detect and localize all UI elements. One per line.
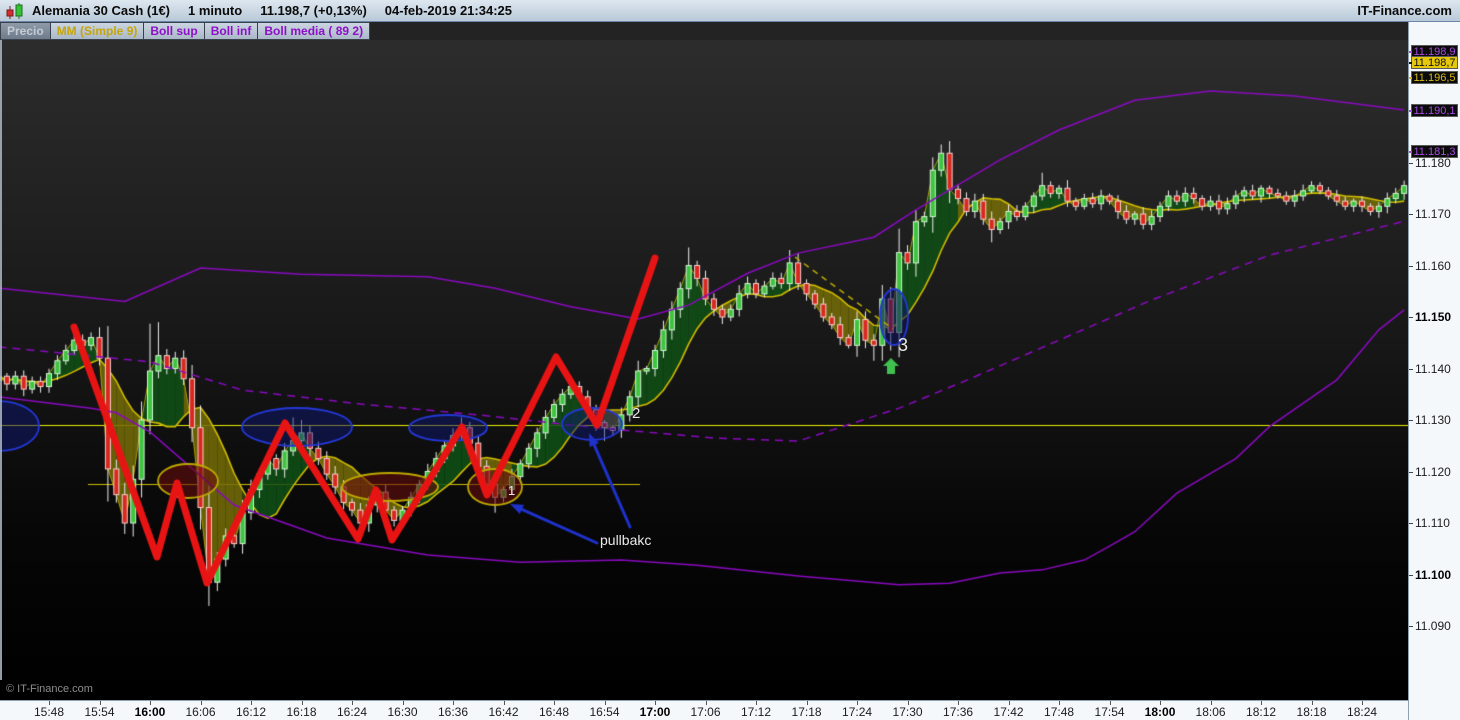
time-tick-label: 16:00 xyxy=(134,705,166,719)
price-value-box: 11.181,3 xyxy=(1409,145,1458,158)
time-tick-label: 17:54 xyxy=(1094,705,1125,719)
candlestick-instrument-icon xyxy=(4,2,26,20)
time-tick-label: 18:24 xyxy=(1347,705,1378,719)
price-box-tick xyxy=(1409,51,1412,53)
header-bar: Alemania 30 Cash (1€) 1 minuto 11.198,7 … xyxy=(0,0,1460,22)
time-tick-label: 16:12 xyxy=(235,705,267,719)
price-tick-label: 11.170 xyxy=(1415,207,1451,221)
price-value-box: 11.196,5 xyxy=(1409,71,1458,84)
price-tick-label: 11.140 xyxy=(1415,361,1451,376)
time-tick-label: 15:54 xyxy=(84,705,115,719)
time-tick-label: 17:12 xyxy=(741,705,772,719)
time-tick-label: 18:12 xyxy=(1246,705,1277,719)
left-window-edge xyxy=(0,40,2,680)
time-tick-label: 17:30 xyxy=(892,705,923,719)
price-tick-mark xyxy=(1409,471,1413,473)
price-tick-mark xyxy=(1409,420,1413,421)
annotation-label-pullbakc: pullbakc xyxy=(600,532,652,548)
price-tick-label: 11.100 xyxy=(1415,567,1452,582)
legend-chip-boll-sup[interactable]: Boll sup xyxy=(144,22,205,40)
time-tick-label: 16:48 xyxy=(539,705,570,719)
time-tick-label: 17:06 xyxy=(690,705,721,719)
instrument-title: Alemania 30 Cash (1€) xyxy=(32,3,171,18)
price-tick-label: 11.110 xyxy=(1415,516,1450,530)
price-tick-mark xyxy=(1409,368,1413,370)
time-tick-label: 16:54 xyxy=(589,705,620,719)
time-tick-label: 17:42 xyxy=(993,705,1024,719)
price-tick-mark xyxy=(1409,265,1413,267)
brand-label: IT-Finance.com xyxy=(1357,3,1452,18)
legend-chip-boll-media-89-2[interactable]: Boll media ( 89 2) xyxy=(258,22,371,40)
legend-chip-boll-inf[interactable]: Boll inf xyxy=(204,22,259,40)
last-price-change: 11.198,7 (+0,13%) xyxy=(260,3,367,18)
time-tick-label: 18:00 xyxy=(1144,705,1176,719)
datetime-label: 04-feb-2019 21:34:25 xyxy=(384,3,512,18)
price-value-box: 11.198,7 xyxy=(1409,56,1458,69)
time-tick-label: 17:48 xyxy=(1044,705,1075,719)
price-tick-mark xyxy=(1409,523,1413,524)
price-tick-label: 11.130 xyxy=(1415,413,1451,427)
time-tick-label: 18:18 xyxy=(1296,705,1327,719)
price-tick-mark xyxy=(1409,574,1413,576)
price-tick-mark xyxy=(1409,317,1413,318)
indicator-legend-row: Precio MM (Simple 9) Boll sup Boll inf Boll … xyxy=(0,22,1408,40)
time-tick-label: 17:24 xyxy=(842,705,873,719)
price-value-box: 11.190,1 xyxy=(1409,104,1458,117)
price-tick-mark xyxy=(1409,214,1413,215)
time-tick-label: 15:48 xyxy=(33,705,65,719)
time-tick-label: 16:42 xyxy=(488,705,519,719)
price-tick-label: 11.090 xyxy=(1415,619,1451,633)
time-tick-label: 17:36 xyxy=(943,705,974,719)
price-tick-label: 11.120 xyxy=(1415,464,1451,479)
time-tick-label: 18:06 xyxy=(1195,705,1226,719)
annotation-label-3: 3 xyxy=(898,335,909,355)
time-tick-label: 17:18 xyxy=(791,705,822,719)
time-tick-label: 16:06 xyxy=(185,705,216,719)
time-tick-label: 16:36 xyxy=(438,705,469,719)
time-tick-label: 16:24 xyxy=(336,705,368,719)
price-tick-mark xyxy=(1409,626,1413,627)
price-axis[interactable]: 11.180 11.170 11.160 11.150 11.140 11.130 11.1… xyxy=(1408,22,1460,720)
annotation-label-1: 1 xyxy=(508,483,516,498)
price-tick-label: 11.160 xyxy=(1415,258,1451,273)
price-box-tick xyxy=(1409,110,1412,112)
chart-area[interactable] xyxy=(0,40,1408,700)
time-tick-label: 16:30 xyxy=(387,705,418,719)
annotation-label-2: 2 xyxy=(632,405,641,422)
price-box-tick xyxy=(1409,151,1412,153)
price-tick-label: 11.150 xyxy=(1415,310,1452,324)
time-axis[interactable]: 15:48 15:54 16:00 16:06 16:12 16:18 16:24 16:30… xyxy=(0,700,1408,720)
copyright-watermark: © IT-Finance.com xyxy=(6,683,93,695)
trading-platform-window: Alemania 30 Cash (1€) 1 minuto 11.198,7 … xyxy=(0,0,1460,720)
legend-chip-precio[interactable]: Precio xyxy=(0,22,51,40)
timeframe-label: 1 minuto xyxy=(188,3,243,18)
price-tick-mark xyxy=(1409,162,1413,164)
price-box-tick xyxy=(1409,77,1412,79)
time-tick-label: 16:18 xyxy=(286,705,317,719)
price-box-tick xyxy=(1409,62,1412,64)
price-chart-canvas[interactable] xyxy=(0,40,1408,700)
time-tick-label: 17:00 xyxy=(639,705,671,719)
legend-chip-mm-simple-9[interactable]: MM (Simple 9) xyxy=(50,22,145,40)
